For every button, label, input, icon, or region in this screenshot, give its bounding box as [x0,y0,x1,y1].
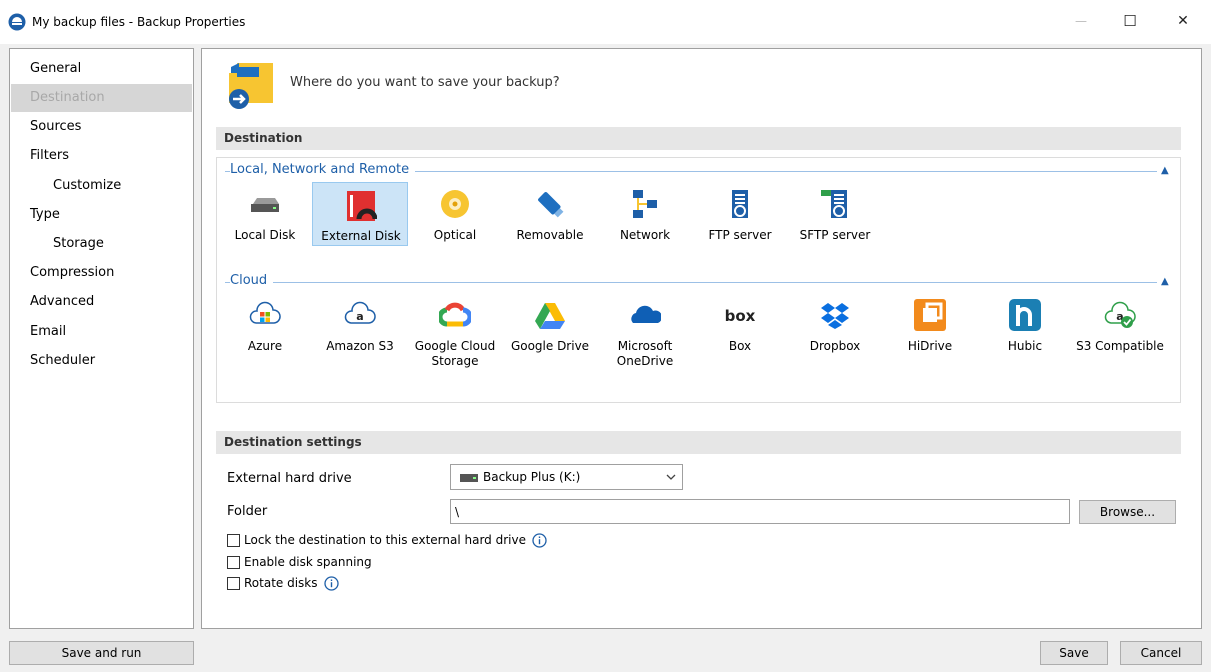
google-cloud-icon [439,302,471,327]
dialog-body: General Destination Sources Filters Cust… [0,44,1211,672]
dest-onedrive[interactable]: Microsoft OneDrive [597,293,693,368]
optical-disc-icon [441,190,469,218]
info-icon[interactable] [532,532,547,548]
dest-amazon-s3[interactable]: a Amazon S3 [312,293,408,357]
rotate-disks-checkbox[interactable] [227,576,240,590]
close-button[interactable]: ✕ [1163,8,1203,34]
dest-hubic[interactable]: Hubic [977,293,1073,357]
sidebar-item-general[interactable]: General [11,55,192,83]
drive-icon [460,474,478,482]
external-drive-select[interactable]: Backup Plus (K:) [450,464,683,490]
lock-destination-label: Lock the destination to this external ha… [244,533,526,547]
cancel-button[interactable]: Cancel [1120,641,1202,665]
rotate-disks-label: Rotate disks [244,576,318,590]
sidebar-item-sources[interactable]: Sources [11,113,192,141]
header-question: Where do you want to save your backup? [290,75,560,90]
dest-network[interactable]: Network [597,182,693,246]
destination-picker: Local, Network and Remote ▲ Local Disk E… [216,157,1181,403]
svg-text:a: a [356,310,363,323]
browse-button[interactable]: Browse... [1079,500,1176,524]
sidebar-item-scheduler[interactable]: Scheduler [11,347,192,375]
sidebar-item-destination[interactable]: Destination [11,84,192,112]
sftp-server-icon [821,190,847,218]
dest-sftp-server[interactable]: SFTP server [787,182,883,246]
s3-compatible-icon: a [1104,301,1136,328]
sidebar-item-email[interactable]: Email [11,318,192,346]
google-drive-icon [535,303,565,329]
onedrive-icon [631,305,661,323]
dest-local-disk[interactable]: Local Disk [217,182,313,246]
lock-destination-checkbox[interactable] [227,533,240,547]
dest-removable[interactable]: Removable [502,182,598,246]
external-disk-icon [347,191,377,221]
external-drive-label: External hard drive [227,471,352,486]
disk-spanning-label: Enable disk spanning [244,555,372,569]
destination-folder-icon [229,63,273,109]
sidebar-item-customize[interactable]: Customize [11,172,192,200]
ftp-server-icon [732,190,748,218]
usb-drive-icon [538,192,564,218]
collapse-cloud-icon[interactable]: ▲ [1161,276,1169,287]
disk-spanning-checkbox[interactable] [227,555,240,569]
disk-spanning-row: Enable disk spanning [227,553,372,571]
dest-dropbox[interactable]: Dropbox [787,293,883,357]
app-logo-icon [8,13,26,31]
rotate-disks-row: Rotate disks [227,574,339,592]
minimize-button[interactable]: — [1061,8,1101,34]
sidebar-item-compression[interactable]: Compression [11,259,192,287]
local-group-label: Local, Network and Remote [230,162,416,177]
sidebar: General Destination Sources Filters Cust… [9,48,194,629]
dest-box[interactable]: box Box [692,293,788,357]
hubic-icon [1009,299,1041,331]
hidrive-icon [914,299,946,331]
box-icon: box [725,307,756,325]
sidebar-item-filters[interactable]: Filters [11,142,192,170]
network-icon [633,190,657,218]
dest-google-cloud[interactable]: Google Cloud Storage [407,293,503,368]
cloud-group-label: Cloud [230,273,274,288]
dest-s3-compatible[interactable]: a S3 Compatible [1072,293,1168,357]
main-panel: Where do you want to save your backup? D… [201,48,1202,629]
window-title: My backup files - Backup Properties [32,15,246,29]
chevron-down-icon [666,474,676,480]
dest-external-disk[interactable]: External Disk [312,182,408,246]
dest-ftp-server[interactable]: FTP server [692,182,788,246]
folder-input[interactable] [450,499,1070,524]
collapse-local-icon[interactable]: ▲ [1161,165,1169,176]
settings-section-header: Destination settings [216,431,1181,454]
destination-section-header: Destination [216,127,1181,150]
info-icon[interactable] [323,575,339,591]
maximize-button[interactable]: ☐ [1110,8,1150,34]
svg-text:box: box [725,307,756,325]
title-bar: My backup files - Backup Properties — ☐ … [0,0,1211,44]
dropbox-icon [821,303,849,329]
save-button[interactable]: Save [1040,641,1108,665]
amazon-s3-icon: a [344,301,376,324]
dest-azure[interactable]: Azure [217,293,313,357]
azure-icon [249,301,281,324]
folder-label: Folder [227,504,268,519]
sidebar-item-advanced[interactable]: Advanced [11,288,192,316]
dest-hidrive[interactable]: HiDrive [882,293,978,357]
group-divider [225,282,1157,283]
lock-destination-row: Lock the destination to this external ha… [227,531,547,549]
dest-google-drive[interactable]: Google Drive [502,293,598,357]
dest-optical[interactable]: Optical [407,182,503,246]
local-disk-icon [251,198,279,212]
sidebar-item-type[interactable]: Type [11,201,192,229]
sidebar-item-storage[interactable]: Storage [11,230,192,258]
save-and-run-button[interactable]: Save and run [9,641,194,665]
